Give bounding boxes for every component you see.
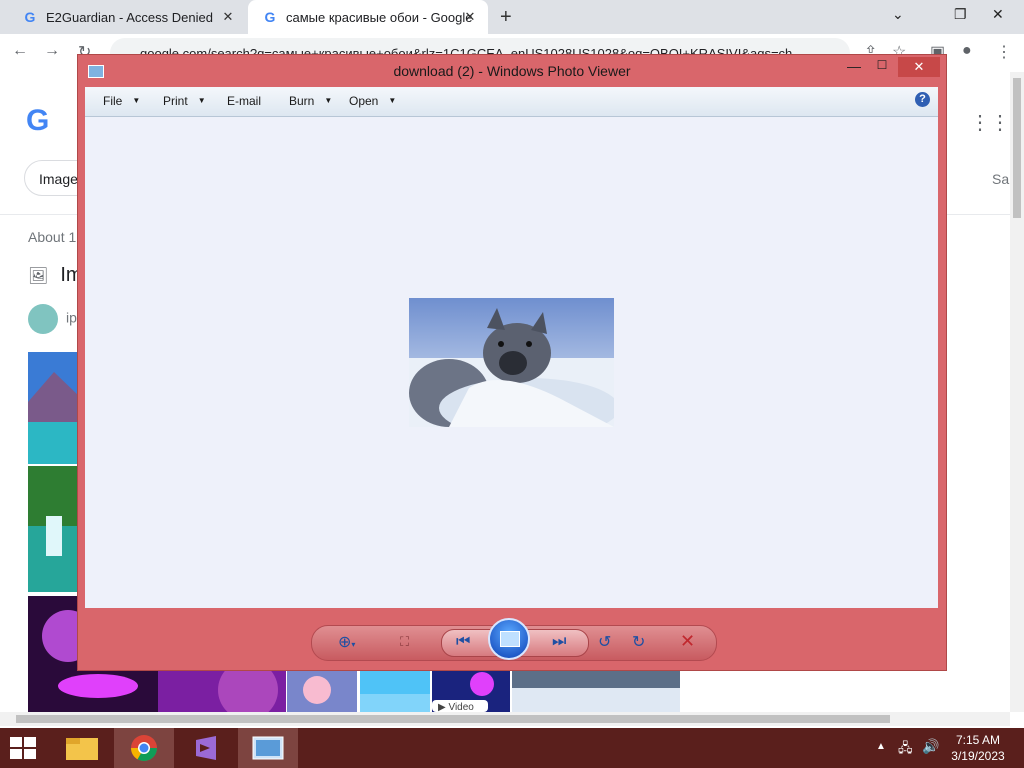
image-canvas[interactable] [85,117,938,608]
minimize-button[interactable]: — [844,58,864,76]
menu-burn[interactable]: Burn ▼ [289,94,332,108]
image-icon: 🖼 [28,268,49,285]
volume-icon[interactable]: 🔊 [922,738,939,755]
displayed-photo-husky-in-snow [409,298,614,427]
scroll-thumb[interactable] [16,715,890,723]
help-icon[interactable]: ? [915,92,930,107]
video-badge: ▶ Video [438,702,474,712]
photo-viewer-icon [252,736,284,760]
new-tab-button[interactable]: + [500,6,512,29]
video-thumbnail[interactable]: ▶ Video [432,670,510,712]
tab-close-icon[interactable]: ✕ [220,9,236,25]
photo-viewer-window: download (2) - Windows Photo Viewer — ☐ … [77,54,947,671]
next-icon[interactable]: ⏭ [552,633,566,651]
horizontal-scrollbar[interactable] [0,712,1010,726]
dropdown-arrow-icon: ▼ [324,96,333,105]
zoom-icon[interactable]: ⊕▾ [338,632,355,652]
folder-icon [66,738,98,760]
menu-bar: File ▼ Print ▼ E-mail Burn ▼ Open ▼ ? [85,87,938,117]
dropdown-arrow-icon: ▼ [132,96,141,105]
menu-file[interactable]: File ▼ [103,94,140,108]
windows-taskbar: ▲ 🖧 🔊 7:15 AM 3/19/2023 [0,728,1024,768]
chip-thumbnail [28,304,58,334]
image-thumbnail[interactable] [287,670,357,712]
playback-controls: ⊕▾ ⛶ ⏮ ⏭ ↺ ↻ ✕ [311,618,717,661]
system-clock[interactable]: 7:15 AM 3/19/2023 [950,732,1006,764]
image-thumbnail[interactable] [512,670,680,712]
tab-e2guardian[interactable]: G E2Guardian - Access Denied ✕ [8,0,246,34]
apps-grid-icon[interactable]: ⋮⋮⋮ [970,110,1010,135]
restore-button[interactable]: ❐ [954,6,967,23]
forward-icon[interactable]: → [44,42,60,60]
network-icon[interactable]: 🖧 [898,739,913,761]
result-stats: About 1 [28,229,77,245]
rotate-clockwise-icon[interactable]: ↻ [632,632,645,652]
menu-kebab-icon[interactable]: ⋮ [996,42,1012,62]
taskbar-file-explorer[interactable] [52,728,112,768]
maximize-button[interactable]: ☐ [872,58,892,76]
show-hidden-icons-icon[interactable]: ▲ [876,741,886,752]
tab-close-icon[interactable]: ✕ [462,9,478,25]
images-heading: 🖼 Im [28,264,83,286]
scroll-thumb[interactable] [1013,78,1021,218]
delete-icon[interactable]: ✕ [680,631,695,652]
dropdown-arrow-icon: ▼ [197,96,206,105]
clock-date: 3/19/2023 [951,749,1005,763]
image-thumbnail[interactable] [28,352,80,464]
window-title: download (2) - Windows Photo Viewer [393,63,631,79]
image-thumbnail[interactable] [28,466,80,592]
taskbar-visual-studio[interactable] [176,728,236,768]
actual-size-icon[interactable]: ⛶ [400,634,409,650]
slideshow-icon [500,631,520,647]
image-thumbnail[interactable] [360,670,430,712]
rotate-counterclockwise-icon[interactable]: ↺ [598,632,611,652]
tab-title: самые красивые обои - Google [286,9,473,25]
clock-time: 7:15 AM [955,733,1001,747]
vertical-scrollbar[interactable] [1010,72,1024,712]
browser-tabbar: G E2Guardian - Access Denied ✕ G самые к… [0,0,1024,34]
slideshow-button[interactable] [488,618,530,660]
menu-open[interactable]: Open ▼ [349,94,396,108]
windows-logo-icon [10,737,22,747]
image-thumbnail[interactable] [158,670,286,712]
menu-email[interactable]: E-mail [227,94,261,108]
chrome-icon [130,735,158,762]
close-button[interactable]: ✕ [992,6,1004,23]
previous-icon[interactable]: ⏮ [456,633,470,651]
tab-search-button[interactable]: ⌄ [892,6,904,23]
taskbar-chrome[interactable] [114,728,174,768]
start-button[interactable] [10,737,38,759]
search-tab-partial[interactable]: Sa [992,171,1009,187]
visual-studio-icon [196,736,216,760]
title-bar[interactable]: download (2) - Windows Photo Viewer — ☐ … [78,55,946,87]
google-doodle-logo[interactable]: G [26,104,49,138]
menu-print[interactable]: Print ▼ [163,94,206,108]
taskbar-photo-viewer[interactable] [238,728,298,768]
tab-title: E2Guardian - Access Denied [46,9,213,25]
google-favicon-icon: G [264,9,276,25]
google-favicon-icon: G [24,9,36,25]
back-icon[interactable]: ← [12,42,28,60]
close-button[interactable]: ✕ [898,57,940,77]
tab-google-search[interactable]: G самые красивые обои - Google ✕ [248,0,488,34]
profile-avatar-icon[interactable]: ● [962,42,972,60]
suggestion-chip[interactable]: ip [28,304,77,334]
dropdown-arrow-icon: ▼ [388,96,397,105]
